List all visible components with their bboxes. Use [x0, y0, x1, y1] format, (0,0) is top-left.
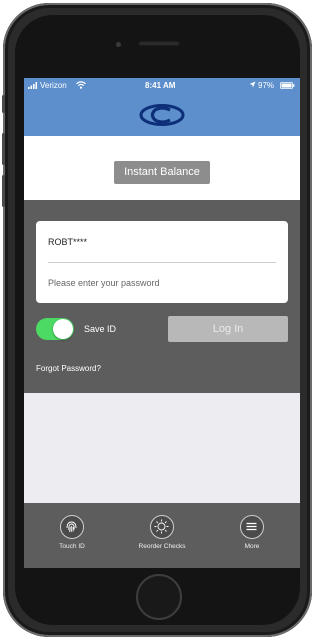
toggle-knob	[53, 319, 73, 339]
password-field[interactable]: Please enter your password	[48, 278, 160, 288]
fingerprint-icon	[60, 515, 84, 539]
carrier-name: Verizon	[40, 81, 67, 90]
tab-label: Touch ID	[59, 543, 85, 550]
battery-icon	[280, 82, 295, 91]
location-arrow-icon	[249, 81, 256, 90]
app-header	[24, 94, 300, 136]
content-area	[24, 393, 300, 503]
volume-up-button	[2, 133, 5, 165]
wifi-icon	[76, 81, 86, 91]
field-divider	[48, 262, 276, 263]
mute-switch	[2, 95, 5, 113]
home-button[interactable]	[136, 574, 182, 620]
menu-icon	[240, 515, 264, 539]
tab-touch-id[interactable]: Touch ID	[32, 515, 112, 550]
signal-icon	[28, 82, 38, 91]
save-id-toggle[interactable]	[36, 318, 74, 340]
status-time: 8:41 AM	[145, 81, 176, 90]
login-button[interactable]: Log In	[168, 316, 288, 342]
battery-percent: 97%	[258, 81, 275, 90]
forgot-password-link[interactable]: Forgot Password?	[36, 364, 101, 373]
tab-reorder-checks[interactable]: Reorder Checks	[122, 515, 202, 550]
login-panel: ROBT**** Please enter your password Save…	[24, 200, 300, 393]
tab-label: More	[244, 543, 260, 550]
tab-label: Reorder Checks	[138, 543, 186, 550]
volume-down-button	[2, 175, 5, 207]
credentials-card: ROBT**** Please enter your password	[36, 221, 288, 303]
bank-logo-icon	[139, 104, 185, 126]
save-id-label: Save ID	[84, 324, 117, 334]
username-field[interactable]: ROBT****	[48, 237, 87, 247]
tab-bar: Touch ID Reorder Checks More	[24, 503, 300, 568]
instant-balance-section: Instant Balance	[24, 136, 300, 200]
tab-more[interactable]: More	[212, 515, 292, 550]
earpiece-speaker	[138, 41, 180, 46]
front-camera	[116, 42, 121, 47]
checks-icon	[150, 515, 174, 539]
instant-balance-button[interactable]: Instant Balance	[114, 161, 210, 184]
status-bar: Verizon 8:41 AM 97%	[24, 78, 300, 94]
app-screen: Verizon 8:41 AM 97% Instant Balance ROBT…	[24, 78, 300, 568]
